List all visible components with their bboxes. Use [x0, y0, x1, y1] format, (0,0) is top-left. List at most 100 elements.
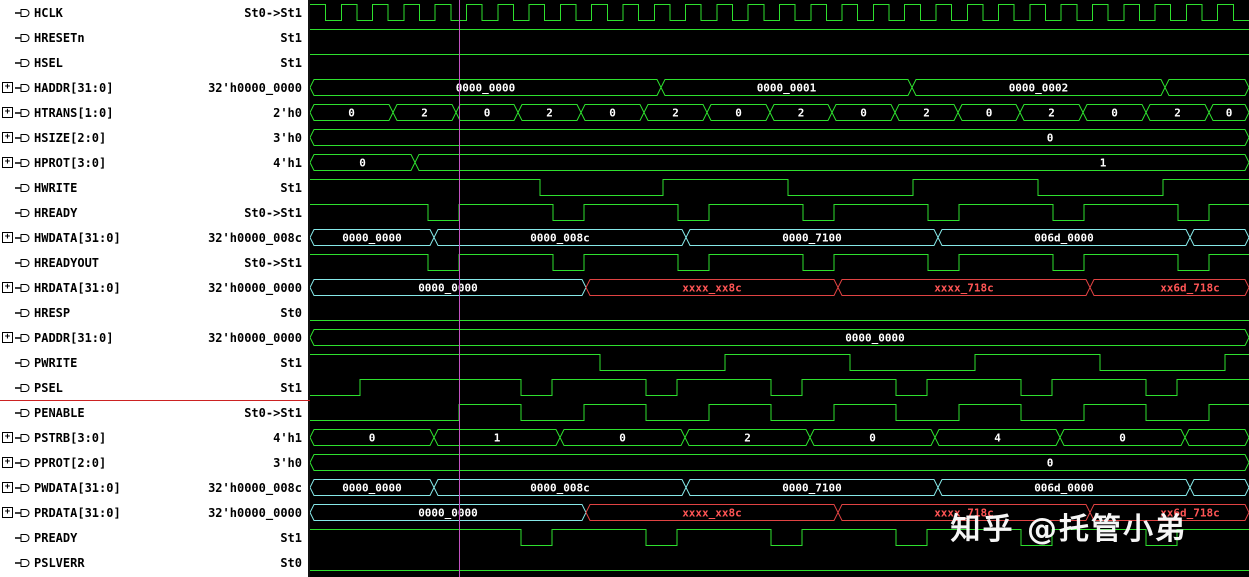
signal-icon: [15, 183, 31, 193]
signal-icon: [15, 83, 31, 93]
svg-text:2: 2: [1174, 107, 1181, 120]
signal-icon: [15, 508, 31, 518]
signal-icon: [15, 233, 31, 243]
expand-icon[interactable]: +: [2, 132, 13, 143]
signal-value: 32'h0000_0000: [200, 506, 302, 520]
signal-row[interactable]: +HPROT[3:0]4'h1: [0, 150, 308, 175]
signal-row[interactable]: + PPROT[2:0] 3'h0: [0, 450, 308, 475]
signal-icon: [15, 483, 31, 493]
expand-icon[interactable]: +: [2, 457, 13, 468]
svg-text:0: 0: [1047, 132, 1054, 145]
signal-icon: [15, 58, 31, 68]
signal-name: HRDATA[31:0]: [34, 281, 121, 295]
signal-value: 4'h1: [265, 156, 302, 170]
signal-value: St0->St1: [236, 256, 302, 270]
signal-name: HRESETn: [34, 31, 85, 45]
signal-row[interactable]: HRESETnSt1: [0, 25, 308, 50]
expand-icon[interactable]: +: [2, 82, 13, 93]
expand-icon[interactable]: +: [2, 232, 13, 243]
signal-row[interactable]: HREADYSt0->St1: [0, 200, 308, 225]
signal-name: PPROT[2:0]: [34, 456, 106, 470]
signal-row[interactable]: HWRITE St1: [0, 175, 308, 200]
waveform-panel[interactable]: 0000_00000000_00010000_00020202020202020…: [310, 0, 1249, 577]
signal-icon: [15, 558, 31, 568]
signal-icon: [15, 258, 31, 268]
signal-row[interactable]: PENABLESt0->St1: [0, 400, 308, 425]
svg-text:0000_0000: 0000_0000: [342, 482, 402, 495]
expand-icon[interactable]: +: [2, 282, 13, 293]
signal-icon: [15, 383, 31, 393]
signal-name: HREADY: [34, 206, 77, 220]
signal-row[interactable]: HSELSt1: [0, 50, 308, 75]
svg-text:0000_0002: 0000_0002: [1009, 82, 1069, 95]
svg-text:0: 0: [484, 107, 491, 120]
svg-text:2: 2: [744, 432, 751, 445]
expand-icon[interactable]: +: [2, 432, 13, 443]
signal-row[interactable]: + PADDR[31:0] 32'h0000_0000: [0, 325, 308, 350]
svg-text:0000_008c: 0000_008c: [530, 482, 590, 495]
watermark: 知乎 @托管小弟: [951, 504, 1187, 548]
signal-icon: [15, 8, 31, 18]
svg-text:0: 0: [1119, 432, 1126, 445]
signal-row[interactable]: HRESPSt0: [0, 300, 308, 325]
svg-text:0000_008c: 0000_008c: [530, 232, 590, 245]
signal-value: 32'h0000_008c: [200, 481, 302, 495]
signal-value: St0: [272, 306, 302, 320]
signal-row[interactable]: PWRITESt1: [0, 350, 308, 375]
signal-row[interactable]: HCLKSt0->St1: [0, 0, 308, 25]
signal-row[interactable]: + HTRANS[1:0] 2'h0: [0, 100, 308, 125]
signal-name: HTRANS[1:0]: [34, 106, 113, 120]
signal-row[interactable]: +HSIZE[2:0]3'h0: [0, 125, 308, 150]
time-cursor[interactable]: [459, 0, 460, 577]
signal-value: St1: [272, 56, 302, 70]
svg-text:0: 0: [609, 107, 616, 120]
expand-icon[interactable]: +: [2, 507, 13, 518]
svg-text:xx6d_718c: xx6d_718c: [1160, 282, 1220, 295]
svg-text:0000_7100: 0000_7100: [782, 232, 842, 245]
signal-row[interactable]: HREADYOUT St0->St1: [0, 250, 308, 275]
signal-icon: [15, 108, 31, 118]
signal-row[interactable]: +PSTRB[3:0]4'h1: [0, 425, 308, 450]
signal-icon: [15, 158, 31, 168]
expand-icon[interactable]: +: [2, 157, 13, 168]
svg-text:xxxx_718c: xxxx_718c: [934, 282, 994, 295]
signal-row[interactable]: +HWDATA[31:0]32'h0000_008c: [0, 225, 308, 250]
expand-icon[interactable]: +: [2, 482, 13, 493]
signal-value: St0: [272, 556, 302, 570]
signal-name: PREADY: [34, 531, 77, 545]
signal-row[interactable]: +HRDATA[31:0]32'h0000_0000: [0, 275, 308, 300]
signal-row[interactable]: +PWDATA[31:0]32'h0000_008c: [0, 475, 308, 500]
signal-row[interactable]: PSELSt1: [0, 375, 308, 400]
svg-text:0: 0: [1047, 457, 1054, 470]
expand-icon[interactable]: +: [2, 332, 13, 343]
signal-value: St1: [272, 181, 302, 195]
svg-text:2: 2: [798, 107, 805, 120]
signal-value: 32'h0000_0000: [200, 81, 302, 95]
signal-value: St1: [272, 381, 302, 395]
signal-name: HWDATA[31:0]: [34, 231, 121, 245]
signal-name: HCLK: [34, 6, 63, 20]
signal-row[interactable]: PSLVERRSt0: [0, 550, 308, 575]
signal-name: PWRITE: [34, 356, 77, 370]
svg-text:0: 0: [359, 157, 366, 170]
signal-row[interactable]: +HADDR[31:0]32'h0000_0000: [0, 75, 308, 100]
waveform-viewer-window: HCLKSt0->St1HRESETnSt1HSELSt1+HADDR[31:0…: [0, 0, 1249, 577]
signal-row[interactable]: PREADYSt1: [0, 525, 308, 550]
signal-value: 32'h0000_0000: [200, 331, 302, 345]
signal-icon: [15, 358, 31, 368]
waveform-canvas[interactable]: 0000_00000000_00010000_00020202020202020…: [310, 0, 1249, 577]
signal-name: HREADYOUT: [34, 256, 99, 270]
signal-name: PADDR[31:0]: [34, 331, 113, 345]
svg-text:1: 1: [494, 432, 501, 445]
expand-icon[interactable]: +: [2, 107, 13, 118]
signal-value: 2'h0: [265, 106, 302, 120]
signal-icon: [15, 133, 31, 143]
signal-icon: [15, 458, 31, 468]
signal-value: 3'h0: [265, 456, 302, 470]
signal-icon: [15, 33, 31, 43]
signal-row[interactable]: +PRDATA[31:0]32'h0000_0000: [0, 500, 308, 525]
signal-icon: [15, 308, 31, 318]
svg-text:2: 2: [546, 107, 553, 120]
signal-name: HWRITE: [34, 181, 77, 195]
svg-text:2: 2: [421, 107, 428, 120]
